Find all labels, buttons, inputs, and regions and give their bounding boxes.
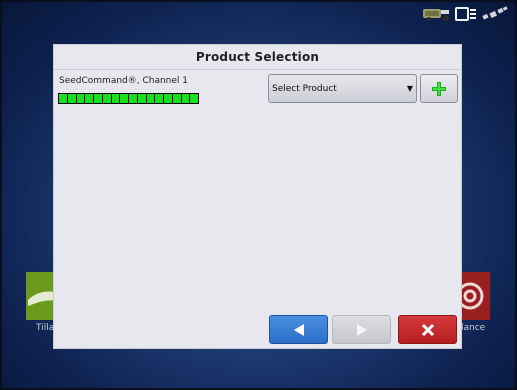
- progress-segment: [181, 94, 190, 103]
- progress-segment: [67, 94, 76, 103]
- cancel-button[interactable]: [398, 315, 457, 344]
- progress-segment: [94, 94, 102, 103]
- add-product-button[interactable]: [420, 74, 458, 103]
- close-icon: [421, 323, 434, 336]
- status-icons: [423, 6, 509, 26]
- progress-segment: [129, 94, 137, 103]
- channel-progress-bar: [58, 93, 199, 104]
- top-status-bar: [0, 0, 517, 32]
- next-button[interactable]: [332, 315, 391, 344]
- progress-segment: [85, 94, 93, 103]
- gps-signal-icon[interactable]: [481, 6, 509, 26]
- progress-segment: [155, 94, 163, 103]
- progress-segment: [76, 94, 85, 103]
- arrow-left-icon: [293, 323, 304, 336]
- arrow-right-icon: [356, 323, 367, 336]
- product-select[interactable]: Select Product ▼: [268, 74, 417, 103]
- back-button[interactable]: [269, 315, 328, 344]
- progress-segment: [137, 94, 146, 103]
- progress-segment: [102, 94, 111, 103]
- dialog-header: Product Selection: [54, 45, 461, 70]
- product-selection-dialog: Product Selection SeedCommand®, Channel …: [53, 44, 462, 349]
- progress-segment: [172, 94, 181, 103]
- channel-label: SeedCommand®, Channel 1: [59, 76, 189, 86]
- progress-segment: [190, 94, 198, 103]
- progress-segment: [111, 94, 120, 103]
- dropdown-arrow-icon: ▼: [406, 84, 413, 93]
- progress-segment: [120, 94, 128, 103]
- product-select-value: Select Product: [272, 83, 337, 94]
- dialog-title: Product Selection: [195, 50, 320, 64]
- balance-tile-label: lance: [461, 323, 486, 333]
- tillage-tile-label: Tilla: [36, 323, 55, 333]
- tractor-implement-icon[interactable]: [423, 6, 451, 26]
- progress-segment: [164, 94, 172, 103]
- plus-icon: [432, 81, 446, 96]
- progress-segment: [146, 94, 155, 103]
- progress-segment: [59, 94, 67, 103]
- display-icon[interactable]: [455, 6, 477, 26]
